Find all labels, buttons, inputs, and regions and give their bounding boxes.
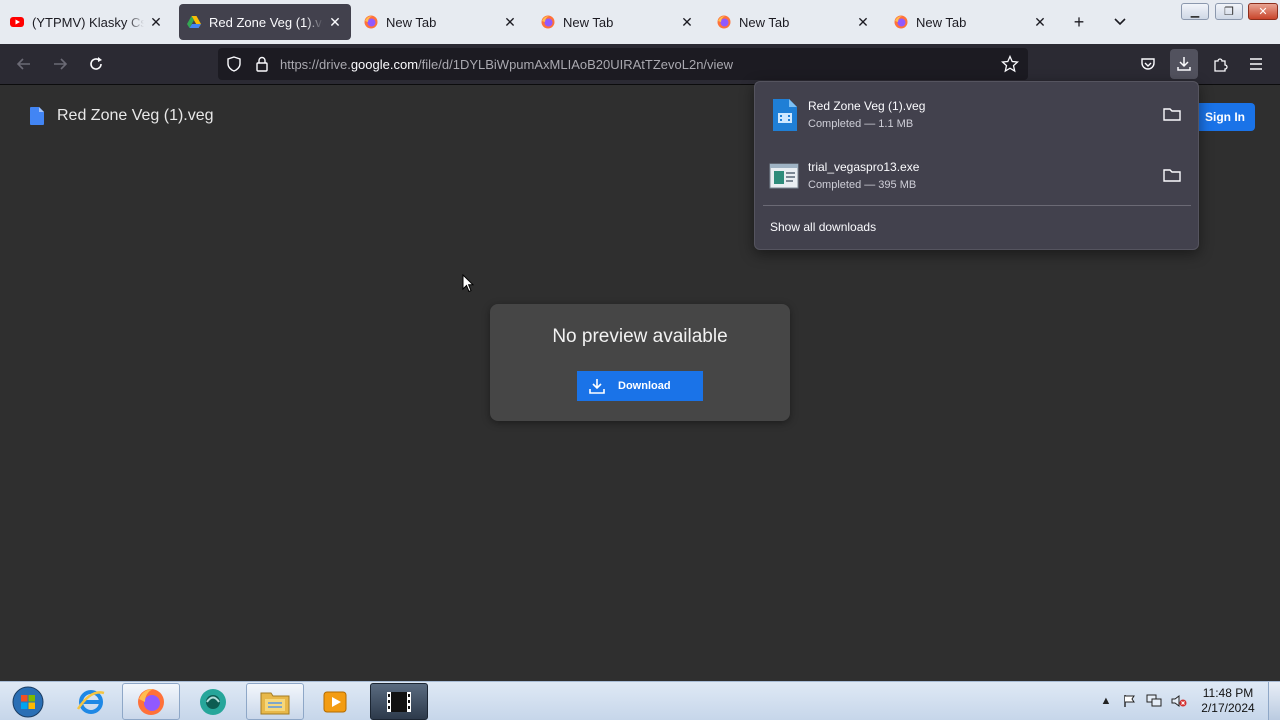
tab-new-tab-1[interactable]: New Tab ✕ bbox=[356, 4, 526, 40]
close-window-button[interactable]: ✕ bbox=[1248, 3, 1278, 20]
close-tab-icon[interactable]: ✕ bbox=[327, 14, 343, 30]
reload-icon[interactable] bbox=[84, 52, 108, 76]
forward-arrow-icon[interactable] bbox=[48, 52, 72, 76]
pocket-icon[interactable] bbox=[1136, 52, 1160, 76]
no-preview-card: No preview available Download bbox=[490, 304, 790, 421]
download-button-label: Download bbox=[618, 380, 671, 392]
close-tab-icon[interactable]: ✕ bbox=[148, 14, 164, 30]
lock-icon[interactable] bbox=[250, 52, 274, 76]
close-tab-icon[interactable]: ✕ bbox=[502, 14, 518, 30]
tab-title: New Tab bbox=[386, 14, 437, 30]
firefox-icon bbox=[364, 15, 378, 29]
video-file-icon bbox=[769, 98, 799, 132]
url-host: google.com bbox=[350, 57, 419, 72]
firefox-icon[interactable] bbox=[122, 683, 180, 720]
minimize-window-button[interactable]: ▁ bbox=[1181, 3, 1209, 20]
internet-explorer-icon[interactable] bbox=[62, 683, 120, 720]
shield-icon[interactable] bbox=[222, 52, 246, 76]
youtube-icon bbox=[10, 15, 24, 29]
firefox-icon bbox=[894, 15, 908, 29]
panel-divider bbox=[763, 205, 1191, 206]
file-explorer-icon[interactable] bbox=[246, 683, 304, 720]
tab-red-zone-veg[interactable]: Red Zone Veg (1).veg - ✕ bbox=[179, 4, 351, 40]
restore-window-button[interactable]: ❐ bbox=[1215, 3, 1243, 20]
tab-new-tab-4[interactable]: New Tab ✕ bbox=[886, 4, 1056, 40]
document-title-text: Red Zone Veg (1).veg bbox=[57, 107, 214, 124]
no-preview-message: No preview available bbox=[552, 326, 728, 347]
close-tab-icon[interactable]: ✕ bbox=[679, 14, 695, 30]
mouse-pointer-icon bbox=[462, 273, 475, 294]
tab-new-tab-3[interactable]: New Tab ✕ bbox=[709, 4, 879, 40]
download-item[interactable]: Red Zone Veg (1).veg Completed — 1.1 MB bbox=[763, 88, 1191, 144]
url-prefix: https://drive. bbox=[280, 57, 351, 72]
url-text[interactable]: https://drive.google.com/file/d/1DYLBiWp… bbox=[280, 57, 733, 72]
tab-strip: (YTPMV) Klasky Csupo ✕ Red Zone Veg (1).… bbox=[0, 0, 1280, 44]
list-all-tabs-chevron-icon[interactable] bbox=[1110, 12, 1130, 32]
show-all-downloads-link[interactable]: Show all downloads bbox=[770, 220, 876, 234]
close-tab-icon[interactable]: ✕ bbox=[1032, 14, 1048, 30]
download-file-name: trial_vegaspro13.exe bbox=[808, 160, 920, 174]
tab-new-tab-2[interactable]: New Tab ✕ bbox=[533, 4, 703, 40]
show-desktop-button[interactable] bbox=[1268, 682, 1280, 720]
tab-ytpmv[interactable]: (YTPMV) Klasky Csupo ✕ bbox=[2, 4, 172, 40]
back-arrow-icon[interactable] bbox=[12, 52, 36, 76]
tab-title: New Tab bbox=[563, 14, 614, 30]
firefox-icon bbox=[541, 15, 555, 29]
volume-muted-icon[interactable] bbox=[1171, 693, 1187, 709]
download-status: Completed — 395 MB bbox=[808, 179, 917, 191]
download-icon bbox=[588, 377, 606, 395]
folder-icon[interactable] bbox=[1163, 106, 1181, 122]
clock-date: 2/17/2024 bbox=[1201, 701, 1255, 715]
vegas-film-icon[interactable] bbox=[370, 683, 428, 720]
download-item[interactable]: trial_vegaspro13.exe Completed — 395 MB bbox=[763, 149, 1191, 205]
document-title: Red Zone Veg (1).veg bbox=[30, 107, 214, 125]
download-button[interactable]: Download bbox=[577, 371, 703, 401]
sign-in-button[interactable]: Sign In bbox=[1190, 103, 1255, 131]
clock-time: 11:48 PM bbox=[1202, 686, 1254, 700]
bookmark-star-icon[interactable] bbox=[998, 52, 1022, 76]
address-bar[interactable]: https://drive.google.com/file/d/1DYLBiWp… bbox=[218, 48, 1028, 80]
download-file-name: Red Zone Veg (1).veg bbox=[808, 99, 926, 113]
downloads-icon[interactable] bbox=[1170, 49, 1198, 79]
installer-file-icon bbox=[769, 159, 799, 193]
action-center-flag-icon[interactable] bbox=[1122, 693, 1138, 709]
windows-start-orb[interactable] bbox=[0, 683, 56, 720]
close-tab-icon[interactable]: ✕ bbox=[855, 14, 871, 30]
tab-title: New Tab bbox=[739, 14, 790, 30]
tab-title: New Tab bbox=[916, 14, 967, 30]
media-app-icon[interactable] bbox=[184, 683, 242, 720]
hamburger-menu-icon[interactable] bbox=[1244, 52, 1268, 76]
new-tab-plus-icon[interactable]: + bbox=[1069, 12, 1089, 32]
tab-title: Red Zone Veg (1).veg - bbox=[209, 14, 323, 30]
media-player-icon[interactable] bbox=[306, 683, 364, 720]
navigation-toolbar: https://drive.google.com/file/d/1DYLBiWp… bbox=[0, 44, 1280, 85]
extensions-puzzle-icon[interactable] bbox=[1208, 52, 1232, 76]
firefox-icon bbox=[717, 15, 731, 29]
folder-icon[interactable] bbox=[1163, 167, 1181, 183]
document-file-icon bbox=[30, 107, 44, 125]
tab-title: (YTPMV) Klasky Csupo bbox=[32, 14, 144, 30]
windows-taskbar: ▲ 11:48 PM 2/17/2024 bbox=[0, 681, 1280, 720]
downloads-panel: Red Zone Veg (1).veg Completed — 1.1 MB … bbox=[754, 81, 1199, 250]
network-icon[interactable] bbox=[1146, 693, 1162, 709]
url-path: /file/d/1DYLBiWpumAxMLIAoB20UIRAtTZevoL2… bbox=[418, 57, 734, 72]
google-drive-icon bbox=[187, 15, 201, 29]
show-hidden-icons-arrow-icon[interactable]: ▲ bbox=[1098, 693, 1114, 709]
download-status: Completed — 1.1 MB bbox=[808, 118, 914, 130]
system-clock[interactable]: 11:48 PM 2/17/2024 bbox=[1196, 686, 1260, 716]
